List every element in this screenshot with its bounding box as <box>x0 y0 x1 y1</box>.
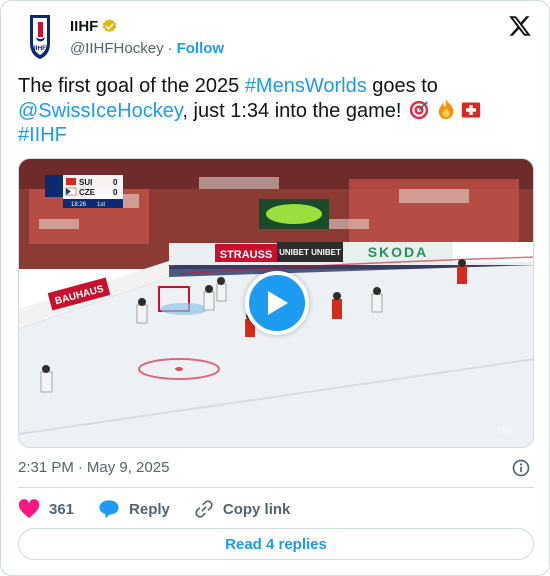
reply-bubble-icon <box>99 500 119 519</box>
scorebug-team-1: SUI <box>79 178 92 187</box>
video-player[interactable]: STRAUSS UNIBET UNIBET SKODA BAUHAUS SUI … <box>18 158 534 448</box>
heart-icon <box>18 499 40 519</box>
dot-separator: · <box>167 40 173 57</box>
tweet-text-part: , just 1:34 into the game! <box>182 100 408 122</box>
x-logo-icon[interactable] <box>508 14 532 38</box>
reply-label: Reply <box>129 500 170 518</box>
scorebug-period: 1st <box>97 202 105 208</box>
like-count: 361 <box>49 500 75 518</box>
tweet-text-part: goes to <box>366 75 438 97</box>
tweet-card: IIHF IIHF @IIHFHockey · Follow The first… <box>0 0 550 576</box>
fire-emoji-icon <box>438 98 454 120</box>
mention-link[interactable]: @SwissIceHockey <box>18 100 182 122</box>
author-name-row[interactable]: IIHF <box>70 18 118 35</box>
swiss-flag-emoji-icon <box>461 102 481 118</box>
divider <box>18 487 534 488</box>
board-text: STRAUSS <box>220 249 273 261</box>
copy-link-button[interactable]: Copy link <box>194 499 291 519</box>
author-name[interactable]: IIHF <box>70 18 98 35</box>
avatar-logo-text: IIHF <box>34 45 46 52</box>
tweet-timestamp[interactable]: 2:31 PM · May 9, 2025 <box>18 459 169 476</box>
dot-separator: · <box>77 459 83 476</box>
read-replies-button[interactable]: Read 4 replies <box>18 528 534 560</box>
scorebug-team-2: CZE <box>79 188 96 197</box>
play-button[interactable] <box>245 271 309 335</box>
scorebug-score-2: 0 <box>113 188 118 197</box>
like-button[interactable]: 361 <box>18 499 74 519</box>
play-icon <box>268 291 288 315</box>
board-text: UNIBET <box>279 248 309 257</box>
follow-button[interactable]: Follow <box>177 40 225 57</box>
tweet-time: 2:31 PM <box>18 459 74 476</box>
verified-badge-icon <box>103 19 117 33</box>
scorebug-score-1: 0 <box>113 178 118 187</box>
tweet-text-part: The first goal of the 2025 <box>18 75 245 97</box>
reply-button[interactable]: Reply <box>98 499 170 519</box>
hashtag-link[interactable]: #IIHF <box>18 124 67 146</box>
avatar[interactable]: IIHF <box>18 13 62 61</box>
author-handle[interactable]: @IIHFHockey <box>70 40 164 57</box>
target-emoji-icon <box>409 100 429 120</box>
copy-link-label: Copy link <box>222 500 291 518</box>
handle-row: @IIHFHockey · Follow <box>70 40 224 57</box>
hashtag-link[interactable]: #MensWorlds <box>245 75 367 97</box>
tweet-text: The first goal of the 2025 #MensWorlds g… <box>18 74 528 147</box>
tweet-date: May 9, 2025 <box>86 459 170 476</box>
action-bar: 361 Reply Copy link <box>18 498 314 520</box>
link-icon <box>195 500 213 518</box>
info-icon[interactable] <box>511 458 531 478</box>
board-text: SKODA <box>368 244 429 260</box>
video-watermark: IIHF <box>497 426 512 435</box>
scorebug-clock: 18:26 <box>71 202 87 208</box>
board-text: UNIBET <box>311 248 341 257</box>
